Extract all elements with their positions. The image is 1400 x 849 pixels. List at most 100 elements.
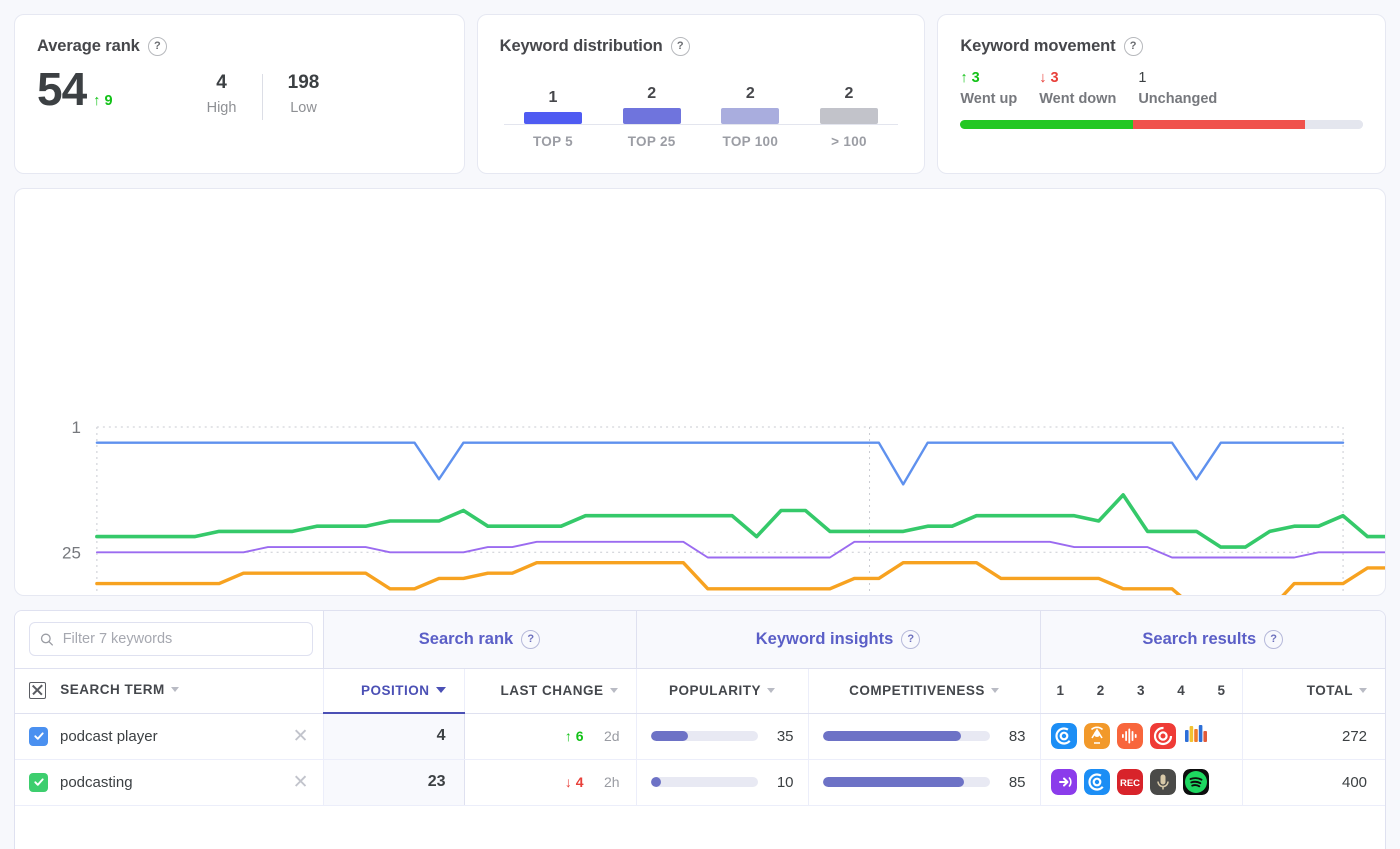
column-position[interactable]: POSITION	[323, 668, 464, 713]
help-icon[interactable]: ?	[521, 630, 540, 649]
rank-history-chart[interactable]: 1255012 am9 am5 pm	[15, 189, 1385, 595]
chevron-down-icon[interactable]	[171, 687, 179, 692]
distribution-bucket-value: 2	[845, 85, 854, 103]
table-group-header: Search rank ? Keyword insights ? Search …	[15, 611, 1385, 668]
group-search-results: Search results ?	[1040, 611, 1385, 668]
help-icon[interactable]: ?	[1264, 630, 1283, 649]
app-icon-podcast-bars[interactable]	[1183, 723, 1209, 749]
group-search-rank: Search rank ?	[323, 611, 636, 668]
stat-low-value: 198	[263, 72, 345, 94]
deselect-all-checkbox-icon[interactable]	[29, 682, 46, 699]
keyword-distribution-body: 1222 TOP 5TOP 25TOP 100> 100	[478, 56, 925, 149]
column-competitiveness[interactable]: COMPETITIVENESS	[808, 668, 1040, 713]
distribution-bucket-value: 2	[647, 85, 656, 103]
column-popularity[interactable]: POPULARITY	[636, 668, 808, 713]
app-icon-list	[1041, 723, 1242, 749]
remove-keyword-icon[interactable]: ✕	[293, 773, 309, 792]
distribution-bucket: 2	[602, 85, 701, 124]
check-icon	[33, 776, 45, 788]
row-term-label: podcasting	[60, 774, 133, 791]
help-icon[interactable]: ?	[671, 37, 690, 56]
row-checkbox[interactable]	[29, 727, 48, 746]
column-last-change[interactable]: LAST CHANGE	[464, 668, 636, 713]
stat-high: 4 High	[181, 72, 263, 116]
competitiveness-fill	[823, 777, 965, 787]
distribution-bucket-label: > 100	[800, 134, 899, 149]
table-row[interactable]: podcast player✕4↑ 62d3583272	[15, 713, 1385, 759]
help-icon[interactable]: ?	[148, 37, 167, 56]
app-icon-recorder[interactable]: REC	[1117, 769, 1143, 795]
row-change-age: 2h	[600, 774, 620, 790]
average-rank-delta: ↑ 9	[93, 93, 112, 112]
cell-competitiveness: 83	[808, 713, 1040, 759]
help-icon[interactable]: ?	[1124, 37, 1143, 56]
group-search-results-label: Search results	[1142, 630, 1256, 649]
column-position-label: POSITION	[361, 683, 430, 698]
remove-keyword-icon[interactable]: ✕	[293, 727, 309, 746]
app-icon-broadcast[interactable]	[1051, 769, 1077, 795]
keywords-table-panel: Search rank ? Keyword insights ? Search …	[14, 610, 1386, 849]
table-row[interactable]: podcasting✕23↓ 42h1085REC400	[15, 759, 1385, 805]
group-search-rank-label: Search rank	[419, 630, 513, 649]
cell-last-change: ↓ 4 2h	[464, 759, 636, 805]
popularity-track	[651, 731, 758, 741]
distribution-bucket-value: 1	[549, 89, 558, 107]
movement-items: ↑ 3 Went up ↓ 3 Went down 1 Unchanged	[960, 70, 1363, 107]
average-rank-card: Average rank ? 54 ↑ 9 4 High 198 Low	[14, 14, 465, 174]
average-rank-body: 54 ↑ 9 4 High 198 Low	[15, 56, 464, 116]
app-icon-pocket-casts[interactable]	[1150, 723, 1176, 749]
row-term-label: podcast player	[60, 728, 158, 745]
competitiveness-track	[823, 731, 990, 741]
movement-went-up: ↑ 3 Went up	[960, 70, 1017, 107]
keyword-movement-card: Keyword movement ? ↑ 3 Went up ↓ 3 Went …	[937, 14, 1386, 174]
table-column-header: SEARCH TERM POSITION LAST CHANGE	[15, 668, 1385, 713]
column-total[interactable]: TOTAL	[1242, 668, 1385, 713]
app-icon-overcast[interactable]	[1051, 723, 1077, 749]
movement-went-down-label: Went down	[1039, 91, 1116, 107]
distribution-bucket-value: 2	[746, 85, 755, 103]
row-change-age: 2d	[600, 728, 620, 744]
cell-total: 272	[1242, 713, 1385, 759]
popularity-value: 35	[770, 728, 794, 745]
movement-unchanged-value: 1	[1138, 70, 1217, 86]
app-icon-overcast[interactable]	[1084, 769, 1110, 795]
cell-search-results	[1040, 713, 1242, 759]
column-search-term[interactable]: SEARCH TERM	[15, 668, 323, 713]
app-icon-podcast-radio[interactable]	[1084, 723, 1110, 749]
keyword-movement-body: ↑ 3 Went up ↓ 3 Went down 1 Unchanged	[938, 56, 1385, 129]
chevron-down-icon[interactable]	[991, 688, 999, 693]
chevron-down-icon[interactable]	[610, 688, 618, 693]
app-icon-list: REC	[1041, 769, 1242, 795]
check-icon	[33, 730, 45, 742]
app-icon-voice-memo[interactable]	[1150, 769, 1176, 795]
filter-keywords-input[interactable]	[63, 631, 302, 647]
movement-went-up-label: Went up	[960, 91, 1017, 107]
app-icon-spotify[interactable]	[1183, 769, 1209, 795]
row-change-amount: ↓ 4	[565, 774, 584, 790]
column-search-term-label: SEARCH TERM	[60, 682, 165, 697]
column-rank-4: 4	[1177, 683, 1185, 698]
average-rank-title-label: Average rank	[37, 37, 140, 56]
app-icon-podcast-wave[interactable]	[1117, 723, 1143, 749]
chevron-down-icon[interactable]	[1359, 688, 1367, 693]
chart-series-line	[97, 563, 1385, 595]
keyword-distribution-title-label: Keyword distribution	[500, 37, 663, 56]
rank-history-chart-panel: 1255012 am9 am5 pm	[14, 188, 1386, 596]
stat-low-label: Low	[263, 100, 345, 116]
distribution-bucket-bar	[820, 108, 878, 124]
chevron-down-icon[interactable]	[767, 688, 775, 693]
distribution-bucket-label: TOP 100	[701, 134, 800, 149]
movement-progress-bar	[960, 120, 1363, 129]
cell-popularity: 10	[636, 759, 808, 805]
chart-series-line	[97, 495, 1385, 547]
column-rank-2: 2	[1097, 683, 1105, 698]
cell-total: 400	[1242, 759, 1385, 805]
column-total-label: TOTAL	[1307, 683, 1353, 698]
chevron-down-icon[interactable]	[436, 687, 446, 693]
keyword-distribution-title: Keyword distribution ?	[478, 15, 925, 56]
column-rank-1: 1	[1057, 683, 1065, 698]
row-checkbox[interactable]	[29, 773, 48, 792]
filter-keywords-box[interactable]	[29, 622, 313, 656]
help-icon[interactable]: ?	[901, 630, 920, 649]
distribution-bucket-label: TOP 25	[602, 134, 701, 149]
